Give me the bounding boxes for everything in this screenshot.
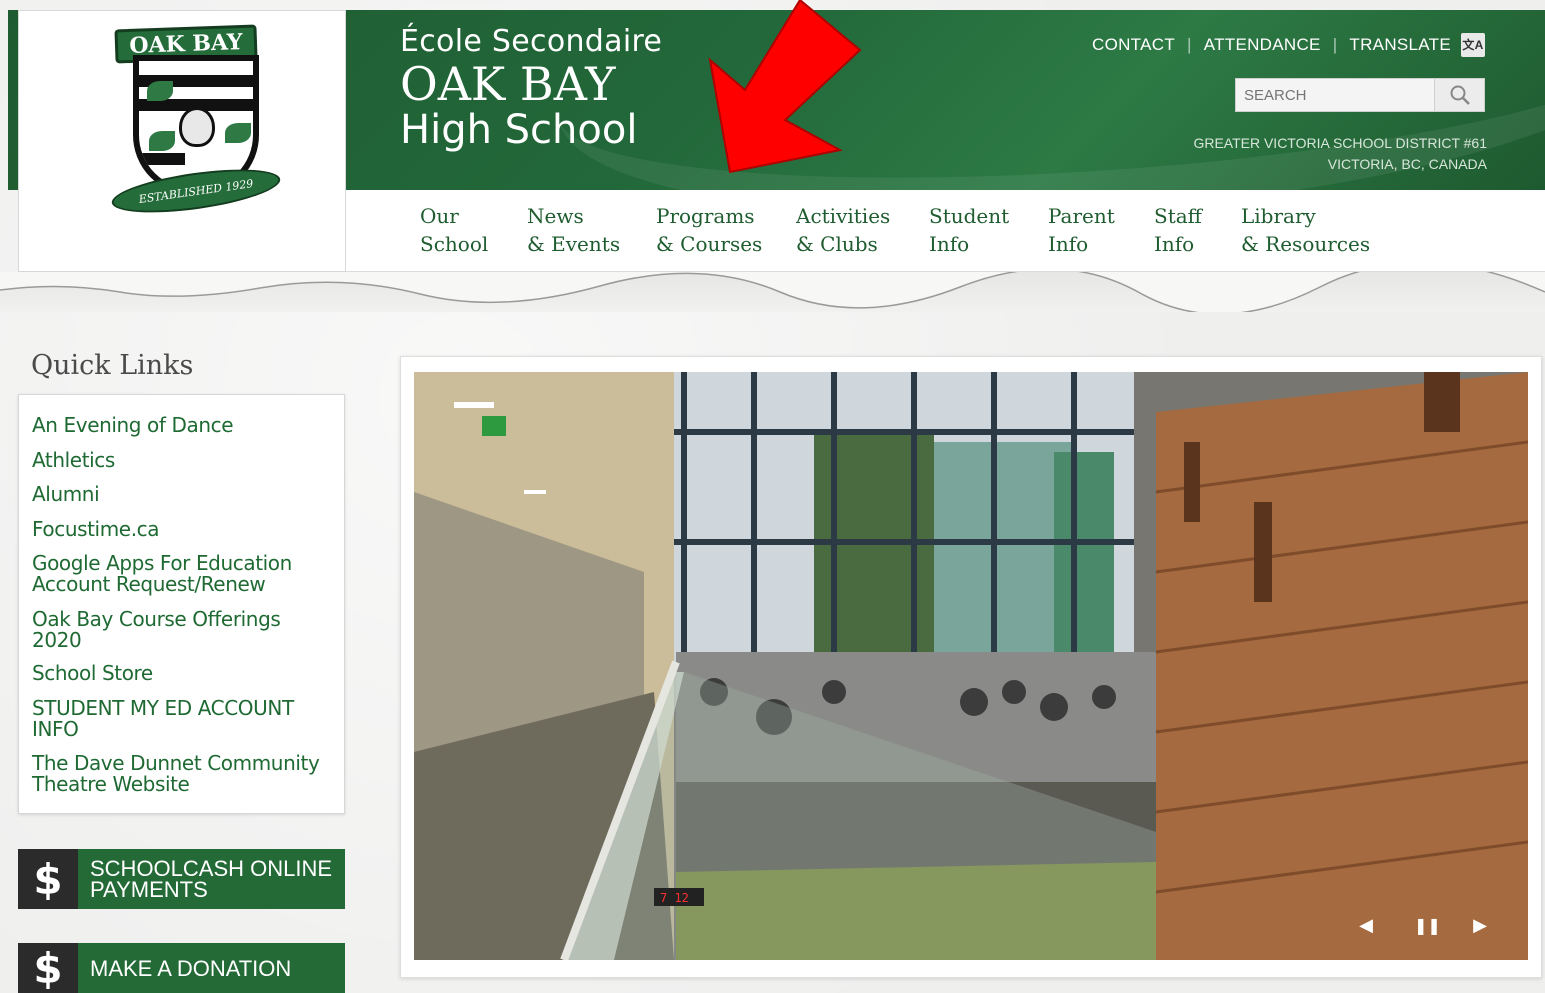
school-logo[interactable]: OAK BAY ESTABLISHED 1929 bbox=[18, 10, 346, 272]
nav-label: Activities bbox=[796, 204, 891, 228]
translate-link[interactable]: TRANSLATE bbox=[1349, 35, 1451, 55]
quick-link-course-offerings[interactable]: Oak Bay Course Offerings 2020 bbox=[32, 609, 312, 651]
nav-news-events[interactable]: News & Events bbox=[527, 202, 620, 258]
nav-label: News bbox=[527, 204, 584, 228]
nav-label: & Events bbox=[527, 232, 621, 256]
search-input[interactable] bbox=[1236, 79, 1434, 111]
nav-activities-clubs[interactable]: Activities & Clubs bbox=[796, 202, 890, 258]
school-name-line1: École Secondaire bbox=[400, 24, 663, 59]
dollar-icon: $ bbox=[18, 849, 78, 909]
quick-link-google-apps[interactable]: Google Apps For Education Account Reques… bbox=[32, 553, 322, 595]
acorn-icon bbox=[179, 107, 215, 147]
nav-label: Info bbox=[1048, 232, 1089, 256]
torn-paper-divider bbox=[0, 262, 1545, 315]
nav-staff-info[interactable]: Staff Info bbox=[1154, 202, 1202, 258]
nav-student-info[interactable]: Student Info bbox=[929, 202, 1009, 258]
slideshow-pause-button[interactable]: ❚❚ bbox=[1414, 914, 1441, 938]
clock-display: 7 12 bbox=[660, 891, 689, 905]
district-line2: VICTORIA, BC, CANADA bbox=[1327, 156, 1487, 172]
nav-label: Parent bbox=[1048, 204, 1115, 228]
nav-label: Student bbox=[929, 204, 1010, 228]
nav-our-school[interactable]: Our School bbox=[420, 202, 488, 258]
quick-link-dave-dunnet-theatre[interactable]: The Dave Dunnet Community Theatre Websit… bbox=[32, 753, 332, 795]
nav-library-resources[interactable]: Library & Resources bbox=[1241, 202, 1370, 258]
separator: | bbox=[1187, 35, 1192, 54]
red-arrow-annotation bbox=[708, 0, 862, 174]
quick-link-focustime[interactable]: Focustime.ca bbox=[32, 519, 160, 540]
button-label-line1: SCHOOLCASH ONLINE bbox=[90, 856, 333, 881]
nav-label: & Resources bbox=[1241, 232, 1371, 256]
quick-links-title: Quick Links bbox=[31, 350, 194, 381]
school-name-line3: High School bbox=[400, 107, 638, 153]
school-name-line2: OAK BAY bbox=[400, 57, 616, 111]
main-nav: Our School News & Events Programs & Cour… bbox=[346, 190, 1545, 272]
translate-icon[interactable]: 文A bbox=[1461, 33, 1485, 57]
search-icon bbox=[1450, 85, 1470, 105]
quick-link-alumni[interactable]: Alumni bbox=[32, 484, 100, 505]
dollar-icon: $ bbox=[18, 943, 78, 993]
district-info: GREATER VICTORIA SCHOOL DISTRICT #61 VIC… bbox=[1193, 133, 1487, 175]
quick-link-athletics[interactable]: Athletics bbox=[32, 450, 115, 471]
torn-edge bbox=[0, 262, 1545, 315]
donation-button[interactable]: $ MAKE A DONATION bbox=[18, 943, 345, 993]
school-atrium-photo: 7 12 bbox=[414, 372, 1528, 960]
nav-label: School bbox=[420, 232, 489, 256]
nav-label: & Clubs bbox=[796, 232, 878, 256]
separator: | bbox=[1332, 35, 1338, 54]
nav-label: Programs bbox=[656, 204, 755, 228]
quick-link-school-store[interactable]: School Store bbox=[32, 663, 153, 684]
nav-label: & Courses bbox=[656, 232, 763, 256]
schoolcash-button[interactable]: $ SCHOOLCASH ONLINE PAYMENTS bbox=[18, 849, 345, 909]
quick-link-evening-of-dance[interactable]: An Evening of Dance bbox=[32, 415, 234, 436]
search-button[interactable] bbox=[1434, 79, 1484, 111]
quick-links-list: An Evening of Dance Athletics Alumni Foc… bbox=[18, 394, 345, 814]
schoolcash-label: SCHOOLCASH ONLINE PAYMENTS bbox=[78, 849, 332, 909]
nav-label: Staff bbox=[1154, 204, 1202, 228]
slideshow-next-button[interactable]: ▶ bbox=[1468, 914, 1492, 938]
nav-parent-info[interactable]: Parent Info bbox=[1048, 202, 1115, 258]
contact-link[interactable]: CONTACT bbox=[1092, 35, 1175, 55]
search-box bbox=[1235, 78, 1485, 112]
utility-links: CONTACT | ATTENDANCE | TRANSLATE 文A bbox=[1092, 33, 1485, 57]
school-name[interactable]: École Secondaire OAK BAY High School bbox=[400, 24, 662, 153]
donation-label: MAKE A DONATION bbox=[90, 955, 292, 981]
district-line1: GREATER VICTORIA SCHOOL DISTRICT #61 bbox=[1193, 135, 1487, 151]
nav-programs-courses[interactable]: Programs & Courses bbox=[656, 202, 762, 258]
slideshow-image[interactable]: 7 12 bbox=[414, 372, 1528, 960]
quick-link-myed-account[interactable]: STUDENT MY ED ACCOUNT INFO bbox=[32, 698, 322, 740]
button-label-line2: PAYMENTS bbox=[90, 877, 208, 902]
nav-label: Info bbox=[1154, 232, 1195, 256]
nav-label: Library bbox=[1241, 204, 1316, 228]
nav-label: Our bbox=[420, 204, 459, 228]
slideshow-prev-button[interactable]: ◀ bbox=[1354, 914, 1378, 938]
nav-label: Info bbox=[929, 232, 970, 256]
attendance-link[interactable]: ATTENDANCE bbox=[1204, 35, 1321, 55]
